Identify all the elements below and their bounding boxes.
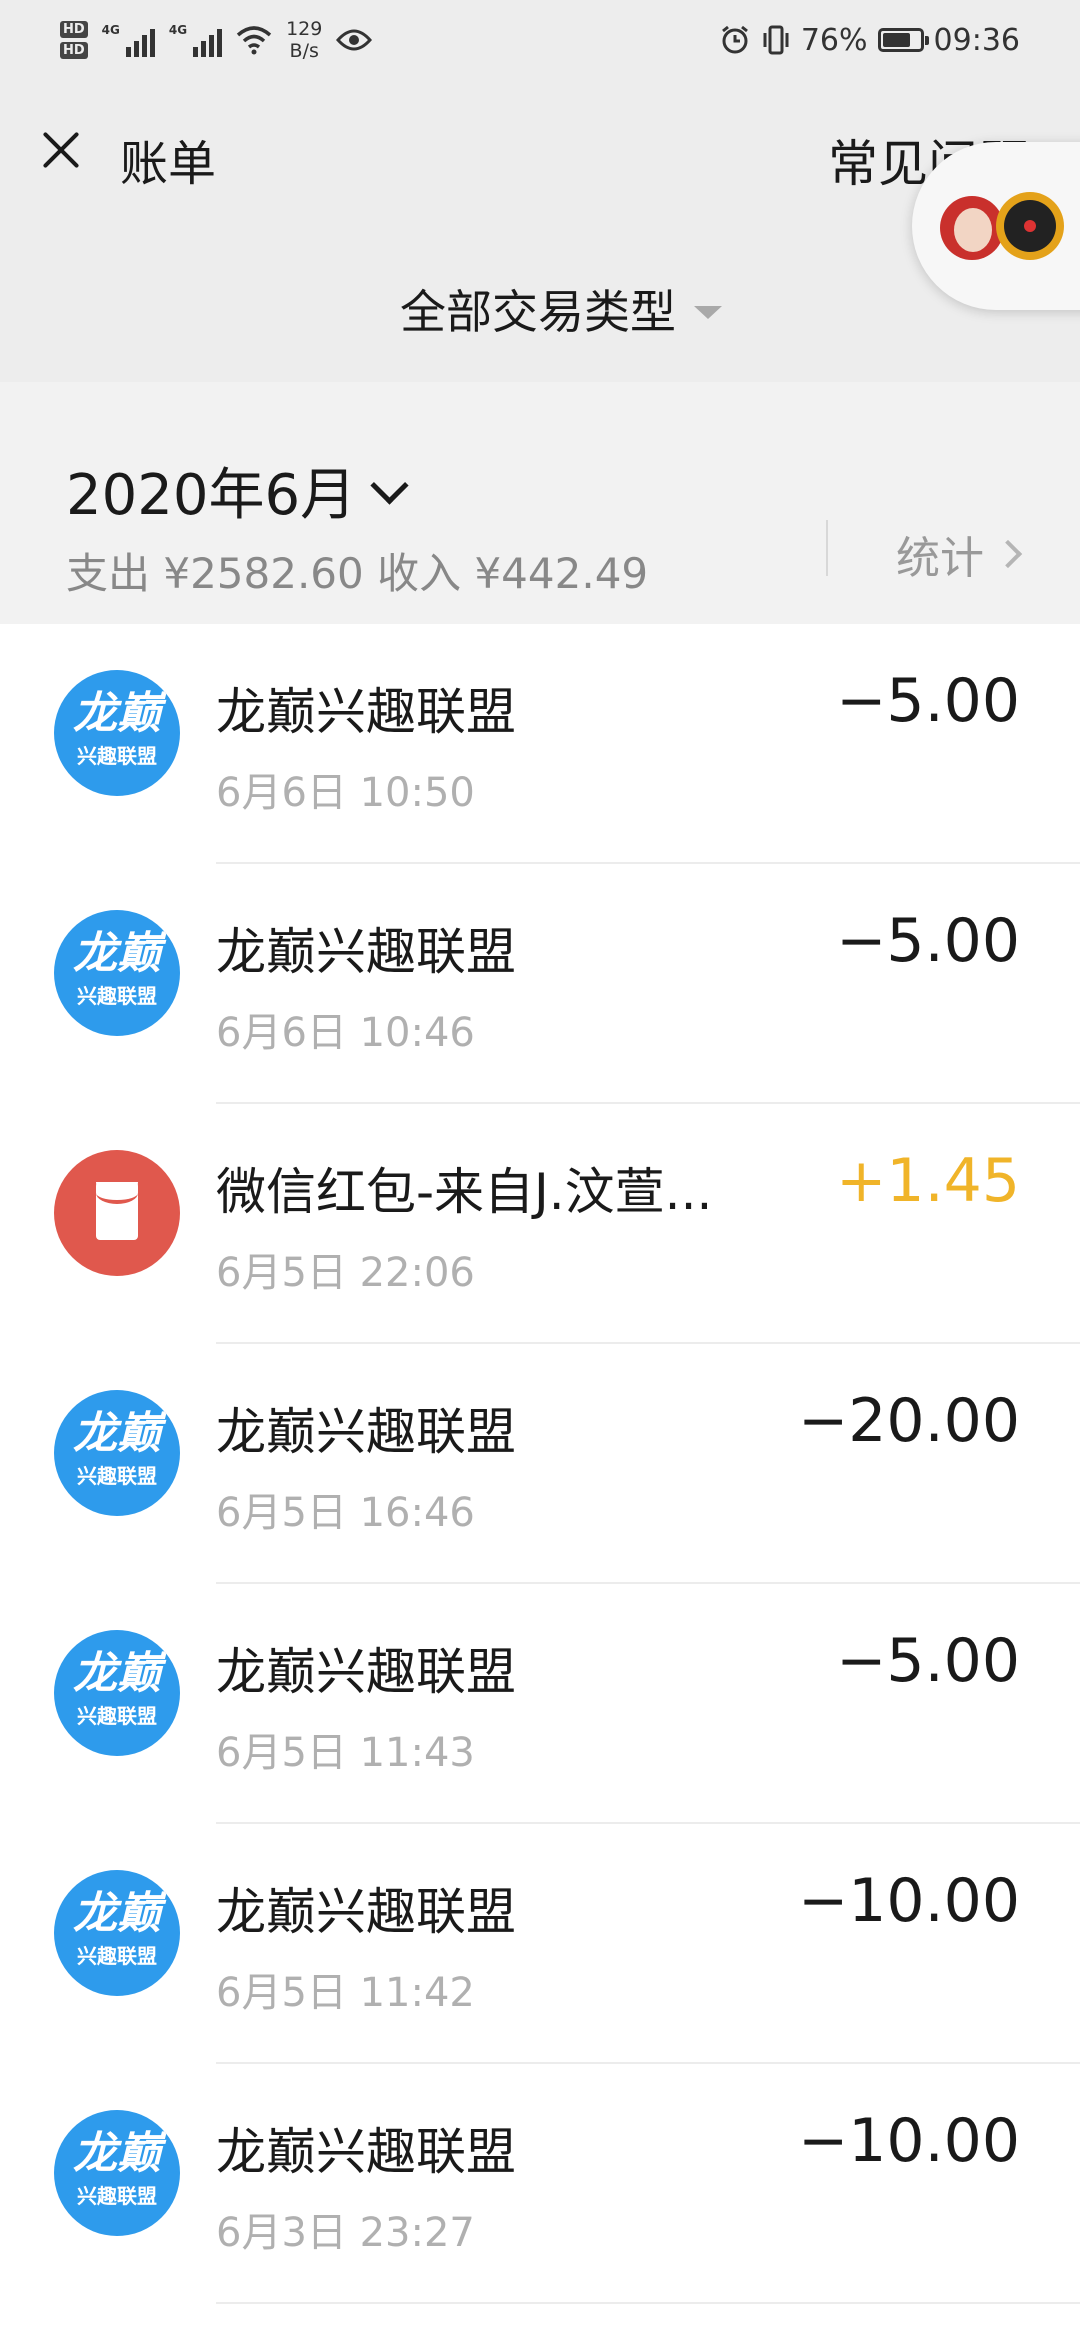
- network-speed-unit: B/s: [289, 40, 319, 62]
- transaction-row[interactable]: 龙巅 兴趣联盟 龙巅兴趣联盟 6月3日 23:27 −10.00: [0, 2064, 1080, 2304]
- merchant-logo: 龙巅 兴趣联盟: [54, 2110, 180, 2236]
- transaction-time: 6月5日 16:46: [216, 1490, 475, 1536]
- transaction-row[interactable]: 微信红包-来自J.汶萱... 6月5日 22:06 +1.45: [0, 1104, 1080, 1344]
- transaction-amount: −20.00: [797, 1386, 1020, 1456]
- merchant-logo: 龙巅 兴趣联盟: [54, 1630, 180, 1756]
- merchant-logo-text: 龙巅: [73, 1888, 161, 1939]
- wifi-icon: [236, 26, 272, 55]
- chevron-down-icon: [370, 466, 409, 505]
- network-speed-value: 129: [286, 18, 323, 40]
- merchant-logo: 龙巅 兴趣联盟: [54, 910, 180, 1036]
- month-summary: 支出 ¥2582.60 收入 ¥442.49: [66, 549, 649, 598]
- merchant-logo-text: 龙巅: [73, 1648, 161, 1699]
- merchant-logo-subtext: 兴趣联盟: [77, 1944, 157, 1968]
- transaction-name: 龙巅兴趣联盟: [216, 1643, 516, 1701]
- merchant-logo-text: 龙巅: [73, 928, 161, 979]
- merchant-logo: 龙巅 兴趣联盟: [54, 1390, 180, 1516]
- divider: [826, 520, 828, 576]
- merchant-logo-text: 龙巅: [73, 1408, 161, 1459]
- signal-icon-1: 4G: [102, 23, 155, 57]
- transaction-time: 6月5日 22:06: [216, 1250, 475, 1296]
- transaction-name: 龙巅兴趣联盟: [216, 923, 516, 981]
- transaction-time: 6月5日 11:42: [216, 1970, 475, 2016]
- stats-button[interactable]: 统计: [896, 522, 1023, 586]
- merchant-logo-subtext: 兴趣联盟: [77, 984, 157, 1008]
- battery-fill: [882, 33, 910, 47]
- floating-music-widget[interactable]: [912, 142, 1080, 310]
- row-divider: [216, 2302, 1080, 2304]
- status-bar: HD HD 4G 4G 129 B/s 76% 09:36: [0, 0, 1080, 80]
- transaction-name: 龙巅兴趣联盟: [216, 2123, 516, 2181]
- chevron-right-icon: [993, 539, 1023, 569]
- merchant-logo-text: 龙巅: [73, 688, 161, 739]
- eye-icon: [336, 29, 373, 51]
- transaction-time: 6月3日 23:27: [216, 2210, 475, 2256]
- transaction-row[interactable]: 龙巅 兴趣联盟 龙巅兴趣联盟 6月5日 11:42 −10.00: [0, 1824, 1080, 2064]
- battery-percent: 76%: [800, 22, 868, 58]
- caret-down-icon: [694, 305, 722, 319]
- merchant-logo-subtext: 兴趣联盟: [77, 1704, 157, 1728]
- signal-label-1: 4G: [101, 23, 120, 37]
- month-label-text: 2020年6月: [66, 463, 357, 528]
- transaction-time: 6月5日 11:43: [216, 1730, 475, 1776]
- transaction-name: 龙巅兴趣联盟: [216, 1883, 516, 1941]
- status-right: 76% 09:36: [719, 18, 1020, 62]
- merchant-logo: 龙巅 兴趣联盟: [54, 670, 180, 796]
- merchant-logo: 龙巅 兴趣联盟: [54, 1870, 180, 1996]
- merchant-logo-subtext: 兴趣联盟: [77, 744, 157, 768]
- transaction-amount: −10.00: [797, 2106, 1020, 2176]
- transaction-row[interactable]: 龙巅 兴趣联盟 龙巅兴趣联盟 6月5日 11:43 −5.00: [0, 1584, 1080, 1824]
- transaction-row[interactable]: 龙巅 兴趣联盟 龙巅兴趣联盟 6月6日 10:50 −5.00: [0, 624, 1080, 864]
- signal-icon-2: 4G: [168, 23, 223, 57]
- transaction-row[interactable]: 龙巅 兴趣联盟 龙巅兴趣联盟 6月6日 10:46 −5.00: [0, 864, 1080, 1104]
- transaction-time: 6月6日 10:46: [216, 1010, 475, 1056]
- alarm-icon: [721, 25, 748, 54]
- transaction-amount: −10.00: [797, 1866, 1020, 1936]
- merchant-logo-subtext: 兴趣联盟: [77, 2184, 157, 2208]
- transaction-name: 微信红包-来自J.汶萱...: [216, 1163, 713, 1221]
- vibrate-icon: [763, 25, 789, 55]
- month-section: 2020年6月 支出 ¥2582.60 收入 ¥442.49 统计: [0, 382, 1080, 624]
- page-title: 账单: [120, 136, 217, 192]
- network-speed: 129 B/s: [286, 18, 322, 62]
- hd-icon: HD HD: [60, 21, 88, 59]
- month-selector[interactable]: 2020年6月: [66, 450, 409, 531]
- filter-label: 全部交易类型: [400, 285, 676, 339]
- signal-label-2: 4G: [168, 23, 188, 37]
- close-icon[interactable]: [32, 122, 88, 178]
- status-left: HD HD 4G 4G 129 B/s: [60, 12, 373, 68]
- transaction-time: 6月6日 10:50: [216, 770, 475, 816]
- transaction-row[interactable]: 龙巅 兴趣联盟 龙巅兴趣联盟 6月5日 16:46 −20.00: [0, 1344, 1080, 1584]
- transaction-amount: +1.45: [836, 1146, 1020, 1216]
- envelope-icon: [96, 1182, 138, 1240]
- hd-label-1: HD: [60, 21, 88, 38]
- red-packet-icon: [54, 1150, 180, 1276]
- transaction-type-filter[interactable]: 全部交易类型: [400, 276, 722, 342]
- transaction-list: 龙巅 兴趣联盟 龙巅兴趣联盟 6月6日 10:50 −5.00 龙巅 兴趣联盟 龙巅…: [0, 624, 1080, 2304]
- hd-label-2: HD: [60, 42, 88, 59]
- floating-avatar[interactable]: [940, 196, 1004, 260]
- transaction-name: 龙巅兴趣联盟: [216, 683, 516, 741]
- music-record-icon[interactable]: [996, 192, 1064, 260]
- transaction-amount: −5.00: [836, 1626, 1020, 1696]
- merchant-logo-text: 龙巅: [73, 2128, 161, 2179]
- clock: 09:36: [933, 22, 1020, 58]
- transaction-name: 龙巅兴趣联盟: [216, 1403, 516, 1461]
- battery-icon: [877, 28, 929, 52]
- transaction-amount: −5.00: [836, 666, 1020, 736]
- transaction-amount: −5.00: [836, 906, 1020, 976]
- merchant-logo-subtext: 兴趣联盟: [77, 1464, 157, 1488]
- stats-label: 统计: [896, 533, 984, 584]
